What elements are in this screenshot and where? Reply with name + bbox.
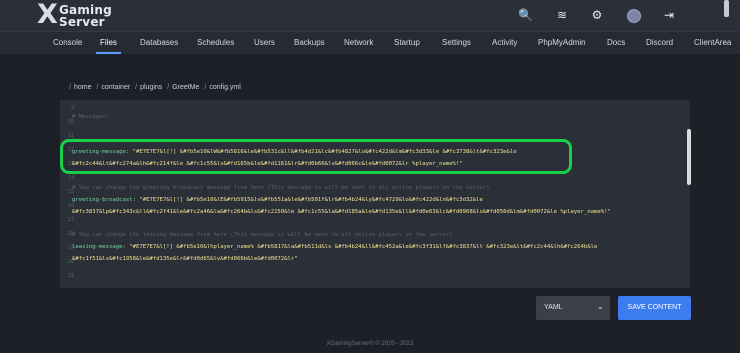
layers-icon[interactable]: ≋: [555, 8, 569, 22]
top-bar: X Gaming Server 🔍 ≋ ⚙ ⇥: [0, 0, 740, 31]
code-editor[interactable]: 9 10 11 12 13 14 15 16 17 18 19 20 21 # …: [60, 100, 690, 288]
save-content-button[interactable]: SAVE CONTENT: [618, 296, 691, 320]
footer-copyright: XGamingServer® © 2020 - 2023: [326, 341, 414, 347]
tab-startup[interactable]: Startup: [394, 38, 420, 47]
code-line: greeting-broadcast: "#E7E7E7&l[!] &#fb5e…: [72, 197, 483, 203]
avatar[interactable]: [627, 9, 641, 23]
breadcrumb-separator: /: [167, 84, 170, 91]
breadcrumb-plugins[interactable]: plugins: [140, 84, 162, 91]
breadcrumb: / home / container / plugins / GreetMe / conf…: [66, 84, 241, 91]
language-select[interactable]: YAML ⌄: [536, 296, 610, 320]
chevron-down-icon: ⌄: [597, 302, 604, 311]
yaml-key: leaving-message:: [72, 244, 126, 250]
line-number: 21: [67, 273, 74, 279]
tab-docs[interactable]: Docs: [607, 38, 625, 47]
editor-scrollbar[interactable]: [687, 129, 691, 185]
tab-schedules[interactable]: Schedules: [197, 38, 234, 47]
code-line: &#fc3837&lp&#fc343c&ll&#fc2f41&le&#fc2a4…: [72, 209, 611, 215]
tab-phpmyadmin[interactable]: PhpMyAdmin: [538, 38, 586, 47]
yaml-value: "#E7E7E7&l[!] &#fb5e10&lE&#fb5915&lv&#fb…: [139, 197, 483, 203]
breadcrumb-file: config.yml: [209, 84, 241, 91]
tab-clientarea[interactable]: ClientArea: [694, 38, 731, 47]
line-number: 9: [70, 105, 74, 111]
tab-files[interactable]: Files: [100, 38, 117, 47]
breadcrumb-container[interactable]: container: [101, 84, 130, 91]
tab-users[interactable]: Users: [254, 38, 275, 47]
tab-activity[interactable]: Activity: [492, 38, 517, 47]
tab-databases[interactable]: Databases: [140, 38, 178, 47]
code-line: # Messages:: [72, 114, 110, 120]
gears-icon[interactable]: ⚙: [590, 8, 604, 22]
yaml-value: "#E7E7E7&l[!] &#fb5e10&l%player_name% &#…: [129, 244, 598, 250]
breadcrumb-greetme[interactable]: GreetMe: [172, 84, 199, 91]
line-number: 14: [67, 175, 74, 181]
code-line: # You can change the leaving message fro…: [72, 232, 453, 238]
brand-logo[interactable]: X Gaming Server: [37, 0, 112, 30]
logo-line-2: Server: [59, 15, 105, 29]
tab-discord[interactable]: Discord: [646, 38, 673, 47]
language-select-value: YAML: [544, 304, 563, 311]
page-scrollbar[interactable]: [724, 0, 729, 17]
sign-out-icon[interactable]: ⇥: [662, 8, 676, 22]
search-icon[interactable]: 🔍: [518, 8, 533, 22]
breadcrumb-separator: /: [135, 84, 138, 91]
line-number: 17: [67, 217, 74, 223]
breadcrumb-home[interactable]: home: [74, 84, 92, 91]
active-tab-indicator: [96, 52, 121, 54]
tab-network[interactable]: Network: [344, 38, 373, 47]
tab-settings[interactable]: Settings: [442, 38, 471, 47]
save-content-label: SAVE CONTENT: [627, 304, 682, 311]
breadcrumb-separator: /: [204, 84, 207, 91]
server-nav: Console Files Databases Schedules Users …: [0, 31, 740, 54]
highlight-annotation: [60, 139, 572, 174]
tab-console[interactable]: Console: [53, 38, 82, 47]
yaml-key: greeting-broadcast:: [72, 197, 136, 203]
code-line: &#fc1f51&ls&#fc1958&le&#fd135e&lr&#fd0d6…: [72, 256, 298, 262]
breadcrumb-separator: /: [69, 84, 71, 91]
tab-backups[interactable]: Backups: [294, 38, 325, 47]
logo-mark: X: [37, 0, 58, 30]
breadcrumb-separator: /: [96, 84, 99, 91]
code-line: # You can change the greeting broadcast …: [72, 185, 490, 191]
code-line: leaving-message: "#E7E7E7&l[!] &#fb5e10&…: [72, 244, 597, 250]
